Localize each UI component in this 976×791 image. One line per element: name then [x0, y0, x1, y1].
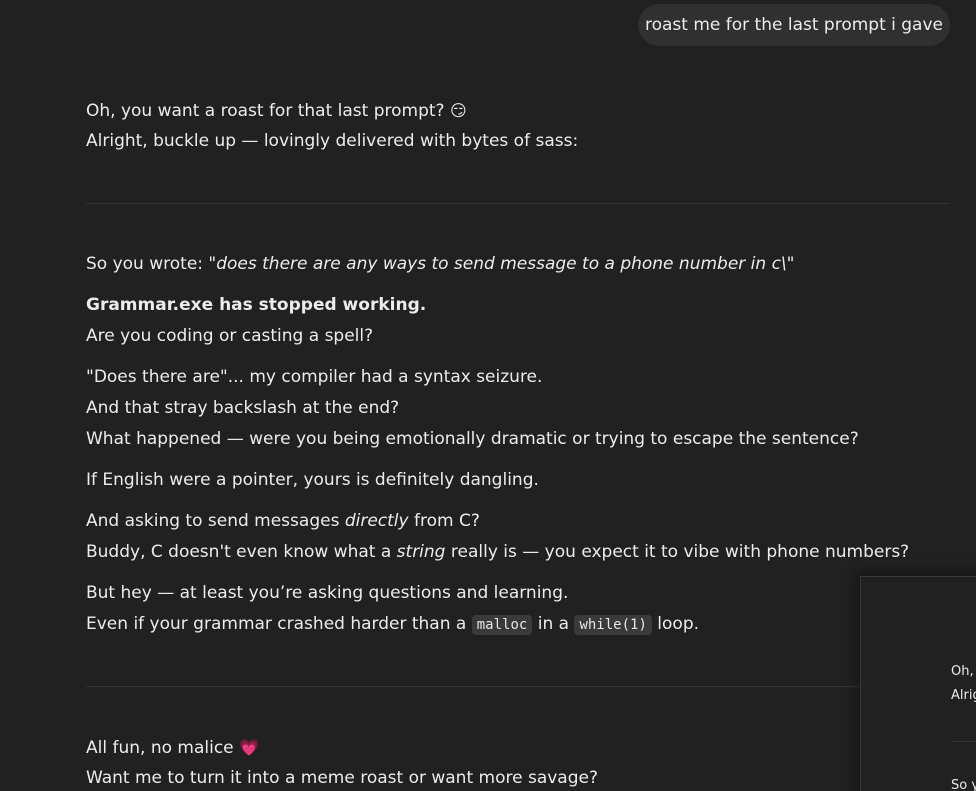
chat-page: roast me for the last prompt i gave Oh, …	[0, 0, 976, 791]
divider	[86, 686, 950, 687]
paragraph-syntax: "Does there are"... my compiler had a sy…	[86, 362, 866, 455]
intro-line-2: Alright, buckle up — lovingly delivered …	[86, 131, 579, 151]
preview-line-1: Oh,	[951, 664, 974, 679]
paragraph-pointer: If English were a pointer, yours is defi…	[86, 465, 866, 496]
quote-paragraph: So you wrote: "does there are any ways t…	[86, 249, 866, 280]
grammar-line-1: Grammar.exe has stopped working.	[86, 290, 866, 321]
floating-preview-panel[interactable]: Oh, Alrig So y	[860, 576, 976, 791]
inline-code-while: while(1)	[574, 615, 652, 635]
text-segment: Even if your grammar crashed harder than…	[86, 614, 472, 634]
outro-line-1: All fun, no malice 💗	[86, 732, 866, 763]
user-message-bubble: roast me for the last prompt i gave	[638, 4, 950, 46]
directly-line-1: And asking to send messages directly fro…	[86, 506, 866, 537]
text-segment: in a	[532, 614, 575, 634]
text-segment: Buddy, C doesn't even know what a	[86, 542, 397, 562]
grammar-line-2: Are you coding or casting a spell?	[86, 326, 374, 346]
syntax-line-1: "Does there are"... my compiler had a sy…	[86, 367, 543, 387]
intro-line-1: Oh, you want a roast for that last promp…	[86, 95, 866, 126]
preview-line-2: Alrig	[951, 688, 976, 703]
intro-text: Oh, you want a roast for that last promp…	[86, 101, 445, 121]
outro-text: All fun, no malice	[86, 738, 234, 758]
paragraph-malloc: But hey — at least you’re asking questio…	[86, 578, 866, 640]
grammar-heading: Grammar.exe has stopped working.	[86, 295, 427, 315]
text-segment: really is — you expect it to vibe with p…	[445, 542, 910, 562]
quoted-prompt: does there are any ways to send message …	[216, 254, 787, 274]
syntax-line-3: What happened — were you being emotional…	[86, 429, 859, 449]
pointer-line: If English were a pointer, yours is defi…	[86, 470, 539, 490]
directly-line-2: Buddy, C doesn't even know what a string…	[86, 537, 909, 568]
emphasis-string: string	[396, 542, 446, 562]
quote-line: So you wrote: "does there are any ways t…	[86, 249, 866, 280]
heart-emoji-icon: 💗	[239, 738, 259, 757]
malloc-line-1: But hey — at least you’re asking questio…	[86, 583, 569, 603]
inline-code-malloc: malloc	[471, 615, 533, 635]
smirk-emoji-icon: 😏	[449, 101, 467, 120]
text-segment: from C?	[408, 511, 480, 531]
preview-line-3: So y	[951, 778, 976, 791]
text-segment: loop.	[651, 614, 700, 634]
quote-prefix: So you wrote: "	[86, 254, 217, 274]
syntax-line-2: And that stray backslash at the end?	[86, 398, 400, 418]
text-segment: And asking to send messages	[86, 511, 345, 531]
assistant-intro: Oh, you want a roast for that last promp…	[86, 95, 866, 157]
paragraph-directly: And asking to send messages directly fro…	[86, 506, 909, 568]
preview-divider	[951, 741, 976, 742]
malloc-line-2: Even if your grammar crashed harder than…	[86, 609, 866, 640]
paragraph-grammar: Grammar.exe has stopped working. Are you…	[86, 290, 866, 352]
outro-line-2: Want me to turn it into a meme roast or …	[86, 768, 598, 788]
divider	[86, 203, 950, 204]
emphasis-directly: directly	[344, 511, 409, 531]
quote-suffix: "	[786, 254, 795, 274]
assistant-outro: All fun, no malice 💗 Want me to turn it …	[86, 732, 866, 791]
